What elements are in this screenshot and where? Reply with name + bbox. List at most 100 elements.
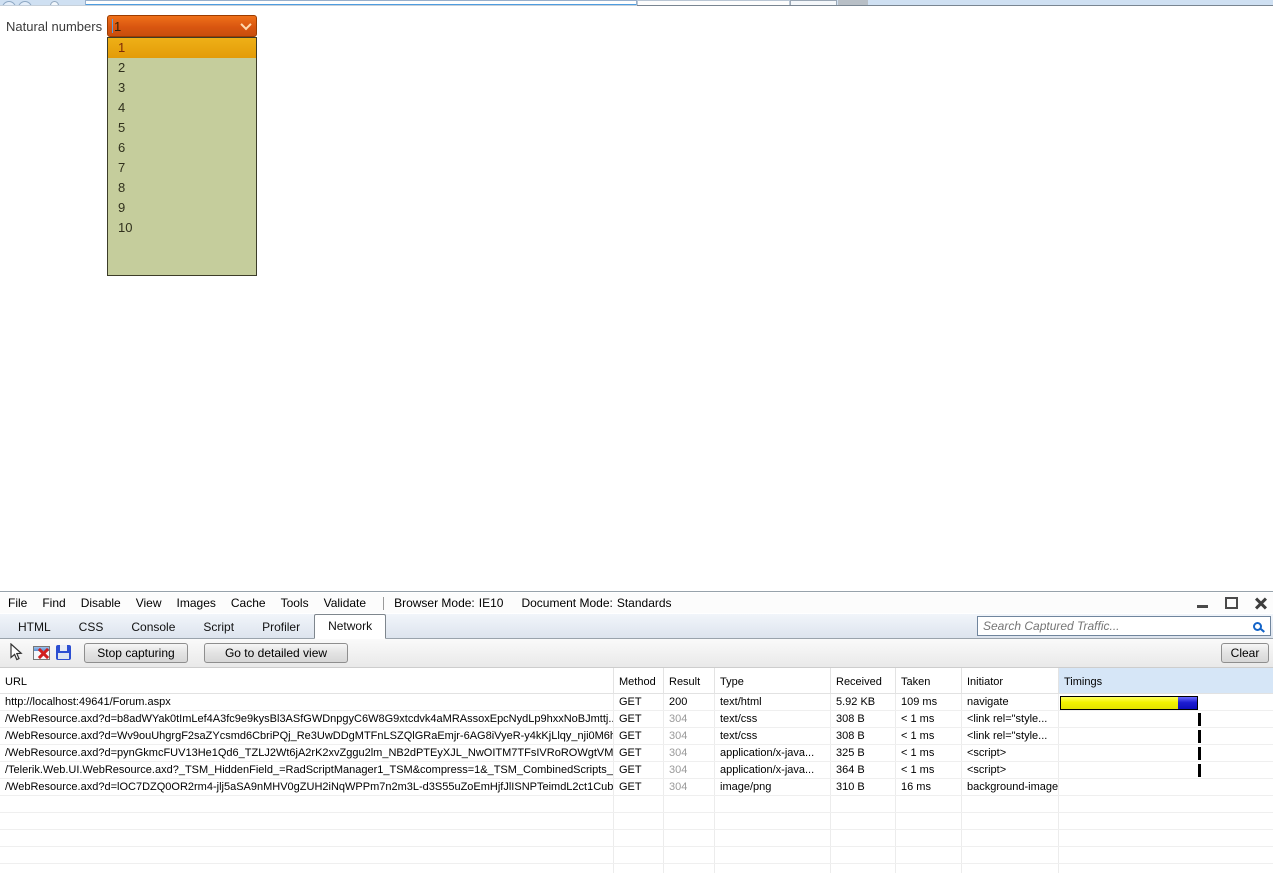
dropdown-option[interactable]: 9 [108, 198, 256, 218]
empty-cell [664, 813, 715, 829]
cell-taken: < 1 ms [896, 762, 962, 778]
empty-grid-row [0, 830, 1273, 847]
dropdown-option[interactable]: 4 [108, 98, 256, 118]
empty-cell [896, 847, 962, 863]
network-request-row[interactable]: /WebResource.axd?d=pynGkmcFUV13He1Qd6_TZ… [0, 745, 1273, 762]
browser-mode-group[interactable]: Browser Mode: IE10 [394, 596, 503, 610]
cell-timings [1059, 728, 1273, 744]
menu-item-images[interactable]: Images [177, 596, 216, 610]
tab-script[interactable]: Script [189, 615, 248, 638]
cell-timings [1059, 745, 1273, 761]
cell-taken: 16 ms [896, 779, 962, 795]
chevron-down-icon[interactable] [236, 16, 256, 36]
devtools-panel: File Find Disable View Images Cache Tools Valid… [0, 591, 1273, 873]
cell-received: 5.92 KB [831, 694, 896, 710]
menubar-separator [383, 596, 385, 610]
text-caret [112, 19, 113, 33]
cell-type: text/html [715, 694, 831, 710]
document-mode-group[interactable]: Document Mode: Standards [521, 596, 671, 610]
empty-cell [831, 830, 896, 846]
dropdown-option[interactable]: 1 [108, 38, 256, 58]
cell-type: application/x-java... [715, 745, 831, 761]
network-request-row[interactable]: /Telerik.Web.UI.WebResource.axd?_TSM_Hid… [0, 762, 1273, 779]
tab-console[interactable]: Console [117, 615, 189, 638]
cell-timings [1059, 711, 1273, 727]
timing-tick [1198, 747, 1201, 760]
column-header-type[interactable]: Type [715, 668, 831, 693]
stop-capturing-button[interactable]: Stop capturing [84, 643, 188, 663]
empty-cell [962, 796, 1059, 812]
column-header-taken[interactable]: Taken [896, 668, 962, 693]
timing-bar [1060, 696, 1198, 710]
cell-url: /WebResource.axd?d=b8adWYak0tImLef4A3fc9… [0, 711, 614, 727]
dropdown-option[interactable]: 2 [108, 58, 256, 78]
clear-browser-cache-icon[interactable] [33, 646, 50, 660]
column-header-initiator[interactable]: Initiator [962, 668, 1059, 693]
cell-timings [1059, 762, 1273, 778]
empty-cell [715, 847, 831, 863]
go-to-detailed-view-button[interactable]: Go to detailed view [204, 643, 348, 663]
menu-item-cache[interactable]: Cache [231, 596, 266, 610]
cell-received: 308 B [831, 728, 896, 744]
select-element-cursor-icon[interactable] [8, 643, 24, 662]
empty-cell [0, 864, 614, 873]
timing-tick [1198, 730, 1201, 743]
cell-initiator: background-image [962, 779, 1059, 795]
empty-cell [1059, 847, 1273, 863]
document-mode-value: Standards [616, 596, 672, 610]
menu-item-view[interactable]: View [136, 596, 162, 610]
cell-result: 304 [664, 779, 715, 795]
cell-method: GET [614, 762, 664, 778]
cell-received: 325 B [831, 745, 896, 761]
empty-cell [831, 847, 896, 863]
network-request-row[interactable]: http://localhost:49641/Forum.aspx GET 200 t… [0, 694, 1273, 711]
empty-cell [664, 847, 715, 863]
network-request-row[interactable]: /WebResource.axd?d=b8adWYak0tImLef4A3fc9… [0, 711, 1273, 728]
column-header-method[interactable]: Method [614, 668, 664, 693]
tab-css[interactable]: CSS [65, 615, 118, 638]
empty-cell [715, 864, 831, 873]
menu-item-file[interactable]: File [8, 596, 27, 610]
tab-profiler[interactable]: Profiler [248, 615, 314, 638]
tab-html[interactable]: HTML [4, 615, 65, 638]
empty-cell [1059, 830, 1273, 846]
tab-network[interactable]: Network [314, 614, 387, 639]
network-request-row[interactable]: /WebResource.axd?d=Wv9ouUhgrgF2saZYcsmd6… [0, 728, 1273, 745]
dropdown-option[interactable]: 5 [108, 118, 256, 138]
close-icon[interactable] [1255, 597, 1267, 609]
column-header-timings[interactable]: Timings [1059, 668, 1273, 693]
empty-cell [1059, 864, 1273, 873]
dropdown-option[interactable]: 7 [108, 158, 256, 178]
cell-type: text/css [715, 728, 831, 744]
menu-item-validate[interactable]: Validate [324, 596, 366, 610]
search-captured-traffic-box[interactable] [977, 616, 1271, 636]
natural-numbers-combobox[interactable]: 1 [107, 15, 257, 37]
network-request-row[interactable]: /WebResource.axd?d=lOC7DZQ0OR2rm4-jlj5aS… [0, 779, 1273, 796]
screenshot-root: Natural numbers 1 1 2 3 4 5 6 7 8 9 10 File Find Di… [0, 0, 1273, 873]
dropdown-option[interactable]: 8 [108, 178, 256, 198]
search-input[interactable] [978, 619, 1253, 633]
empty-cell [896, 796, 962, 812]
menu-item-tools[interactable]: Tools [281, 596, 309, 610]
empty-cell [715, 796, 831, 812]
cell-initiator: <script> [962, 745, 1059, 761]
menu-item-disable[interactable]: Disable [81, 596, 121, 610]
network-table: URL Method Result Type Received Taken Initiato… [0, 668, 1273, 873]
cell-type: text/css [715, 711, 831, 727]
empty-cell [896, 830, 962, 846]
dropdown-option[interactable]: 3 [108, 78, 256, 98]
empty-cell [962, 813, 1059, 829]
save-icon[interactable] [56, 645, 71, 660]
column-header-url[interactable]: URL [0, 668, 614, 693]
restore-icon[interactable] [1225, 597, 1238, 609]
minimize-icon[interactable] [1197, 605, 1208, 608]
search-icon[interactable] [1253, 621, 1262, 631]
column-header-result[interactable]: Result [664, 668, 715, 693]
empty-cell [0, 796, 614, 812]
column-header-received[interactable]: Received [831, 668, 896, 693]
dropdown-option[interactable]: 6 [108, 138, 256, 158]
clear-button[interactable]: Clear [1221, 643, 1269, 663]
cell-result: 304 [664, 728, 715, 744]
dropdown-option[interactable]: 10 [108, 218, 256, 238]
menu-item-find[interactable]: Find [42, 596, 65, 610]
